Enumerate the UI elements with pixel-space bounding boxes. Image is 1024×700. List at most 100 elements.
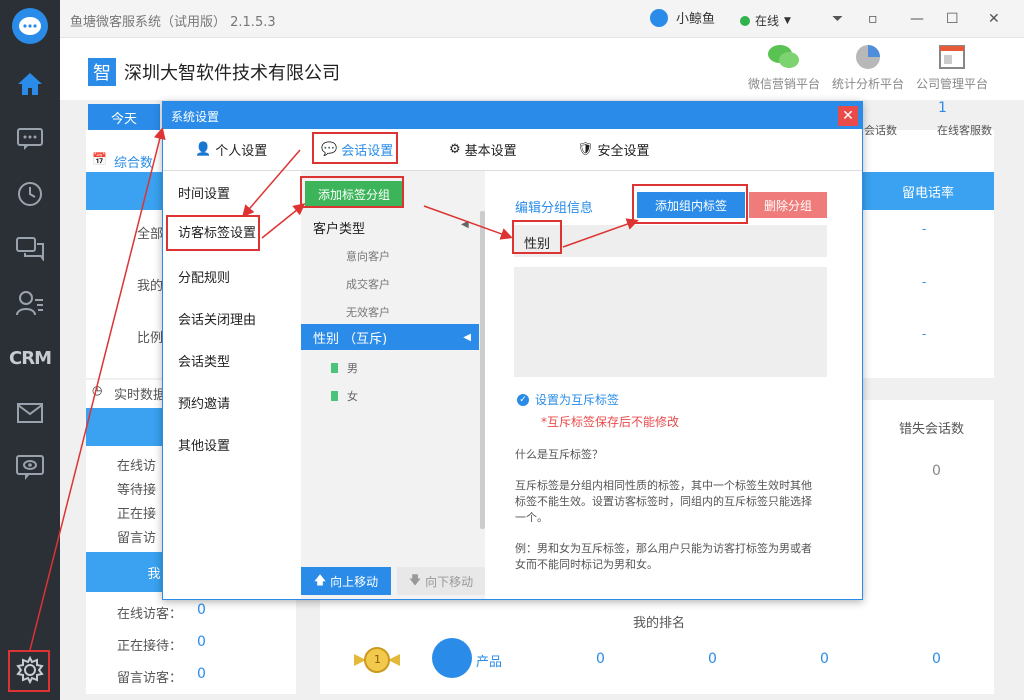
stat-value: -	[922, 275, 927, 289]
group-scrollbar[interactable]	[480, 211, 485, 529]
check-icon: ✓	[517, 393, 529, 406]
home-icon[interactable]	[0, 64, 60, 104]
tag-marker-icon	[331, 363, 338, 373]
rank-value: 0	[708, 651, 717, 667]
realtime-item: 正在接	[117, 507, 157, 522]
tab-today[interactable]: 今天	[88, 104, 160, 130]
menu-item-assign-rules[interactable]: 分配规则	[178, 267, 230, 286]
group-item[interactable]: 无效客户	[346, 304, 390, 320]
stat-label: 全部	[137, 227, 164, 242]
tab-security[interactable]: 🛡 安全设置	[577, 140, 650, 159]
stat-col-label: 留电话率	[901, 185, 954, 201]
medal-icon: 1	[354, 646, 400, 674]
bottom-item-value: 0	[197, 602, 206, 618]
online-agents-label: 在线客服数	[937, 124, 992, 137]
chevron-down-icon: ▼	[784, 15, 791, 26]
settings-icon[interactable]	[0, 650, 60, 690]
add-group-button[interactable]: 添加标签分组	[305, 181, 403, 207]
group-name-field[interactable]: 性别	[514, 225, 827, 257]
menu-item-session-types[interactable]: 会话类型	[178, 351, 230, 370]
company-header: 智 深圳大智软件技术有限公司	[88, 58, 340, 86]
bottom-item-value: 0	[197, 666, 206, 682]
crm-label: CRM	[9, 347, 52, 369]
title-bar: 鱼塘微客服系统（试用版） 2.1.5.3 小鲸鱼 在线 ▼ ⏷ ▫ — ☐ ✕	[60, 0, 1024, 38]
collapse-arrow-icon: ◀	[463, 331, 471, 343]
group-item[interactable]: 意向客户	[346, 248, 390, 264]
mail-icon[interactable]	[0, 393, 60, 433]
platform-company[interactable]: 公司管理平台	[912, 42, 992, 94]
platform-label: 微信营销平台	[747, 77, 820, 91]
monitor-icon[interactable]	[0, 448, 60, 488]
history-icon[interactable]	[0, 174, 60, 214]
bottom-item-label: 留言访客：	[117, 671, 183, 686]
tab-personal[interactable]: 👤 个人设置	[195, 140, 267, 159]
contacts-icon[interactable]	[0, 283, 60, 323]
session-count-label: 会话数	[864, 124, 897, 137]
move-up-button[interactable]: 🡅 向上移动	[301, 567, 391, 595]
platform-stats[interactable]: 统计分析平台	[828, 42, 908, 94]
add-tag-button[interactable]: 添加组内标签	[637, 192, 745, 218]
tab-label: 会话设置	[341, 144, 394, 159]
stat-label: 我的	[137, 279, 164, 294]
tab-label: 个人设置	[215, 144, 268, 159]
arrow-down-icon: 🡇	[408, 572, 422, 587]
delete-group-button[interactable]: 删除分组	[749, 192, 827, 218]
platform-wechat[interactable]: 微信营销平台	[744, 42, 824, 94]
bottom-item-label: 正在接待：	[117, 639, 183, 654]
summary-header-strip	[86, 172, 162, 210]
mini-mode-icon[interactable]: ▫	[868, 11, 878, 27]
close-icon[interactable]: ✕	[988, 11, 1000, 27]
maximize-icon[interactable]: ☐	[946, 11, 959, 27]
close-icon[interactable]: ✕	[838, 106, 858, 126]
help-example: 例：男和女为互斥标签，那么用户只能为访客打标签为男或者女而不能同时标记为男和女。	[515, 542, 812, 571]
rank-value: 0	[820, 651, 829, 667]
crm-nav-item[interactable]: CRM	[0, 338, 60, 378]
tag-group-list: 添加标签分组 客户类型 ◀ 意向客户 成交客户 无效客户 性别 （互斥) ◀ 男…	[301, 171, 485, 599]
my-strip-label: 我	[147, 566, 161, 582]
window-icon	[934, 42, 970, 72]
status-dropdown[interactable]: 在线 ▼	[740, 12, 791, 29]
dialog-title: 系统设置	[171, 110, 220, 124]
dialog-title-bar: 系统设置 ✕	[163, 102, 862, 129]
company-badge: 智	[88, 58, 116, 86]
minimize-icon[interactable]: —	[910, 11, 924, 27]
tab-basic[interactable]: ⚙ 基本设置	[449, 140, 517, 159]
chat-bubble-icon: 💬	[321, 142, 338, 157]
chat-icon[interactable]	[0, 119, 60, 159]
menu-item-visitor-tags[interactable]: 访客标签设置	[166, 213, 260, 249]
menu-item-time[interactable]: 时间设置	[178, 183, 230, 202]
settings-dialog: 系统设置 ✕ 👤 个人设置 💬 会话设置 ⚙ 基本设置 🛡 安全设置 时间设置 访客标签…	[162, 101, 863, 600]
user-name: 小鲸鱼	[676, 12, 716, 27]
tag-item[interactable]: 女	[331, 388, 358, 404]
user-avatar-icon	[650, 8, 668, 27]
stat-value: -	[922, 327, 927, 341]
menu-item-close-reasons[interactable]: 会话关闭理由	[178, 309, 256, 328]
menu-item-appointment[interactable]: 预约邀请	[178, 393, 230, 412]
menu-icon[interactable]: ⏷	[832, 11, 843, 27]
help-question: 什么是互斥标签？	[515, 448, 603, 461]
tab-session[interactable]: 💬 会话设置	[321, 140, 393, 159]
move-down-button[interactable]: 🡇 向下移动	[397, 567, 485, 595]
group-item[interactable]: 成交客户	[346, 276, 390, 292]
user-icon: 👤	[195, 142, 212, 157]
mutex-checkbox[interactable]: ✓ 设置为互斥标签	[517, 391, 619, 408]
menu-item-other[interactable]: 其他设置	[178, 435, 230, 454]
shield-icon: 🛡	[577, 142, 594, 157]
rank-value: 0	[932, 651, 941, 667]
group-title[interactable]: 客户类型	[313, 218, 365, 237]
realtime-item: 在线访	[117, 459, 157, 474]
rank-title: 我的排名	[633, 616, 686, 631]
online-status-icon	[740, 15, 750, 26]
platform-label: 统计分析平台	[831, 77, 904, 91]
group-selected[interactable]: 性别 （互斥) ◀	[301, 324, 479, 350]
tag-label: 男	[347, 362, 358, 375]
dialog-tabs: 👤 个人设置 💬 会话设置 ⚙ 基本设置 🛡 安全设置	[163, 129, 862, 171]
settings-menu: 时间设置 访客标签设置 分配规则 会话关闭理由 会话类型 预约邀请 其他设置	[163, 171, 299, 599]
messages-icon[interactable]	[0, 228, 60, 268]
group-description-field[interactable]	[514, 267, 827, 377]
collapse-arrow-icon[interactable]: ◀	[461, 219, 469, 230]
user-menu[interactable]: 小鲸鱼	[650, 8, 715, 27]
tag-marker-icon	[331, 391, 338, 401]
medal-number: 1	[374, 653, 381, 666]
tag-item[interactable]: 男	[331, 360, 358, 376]
